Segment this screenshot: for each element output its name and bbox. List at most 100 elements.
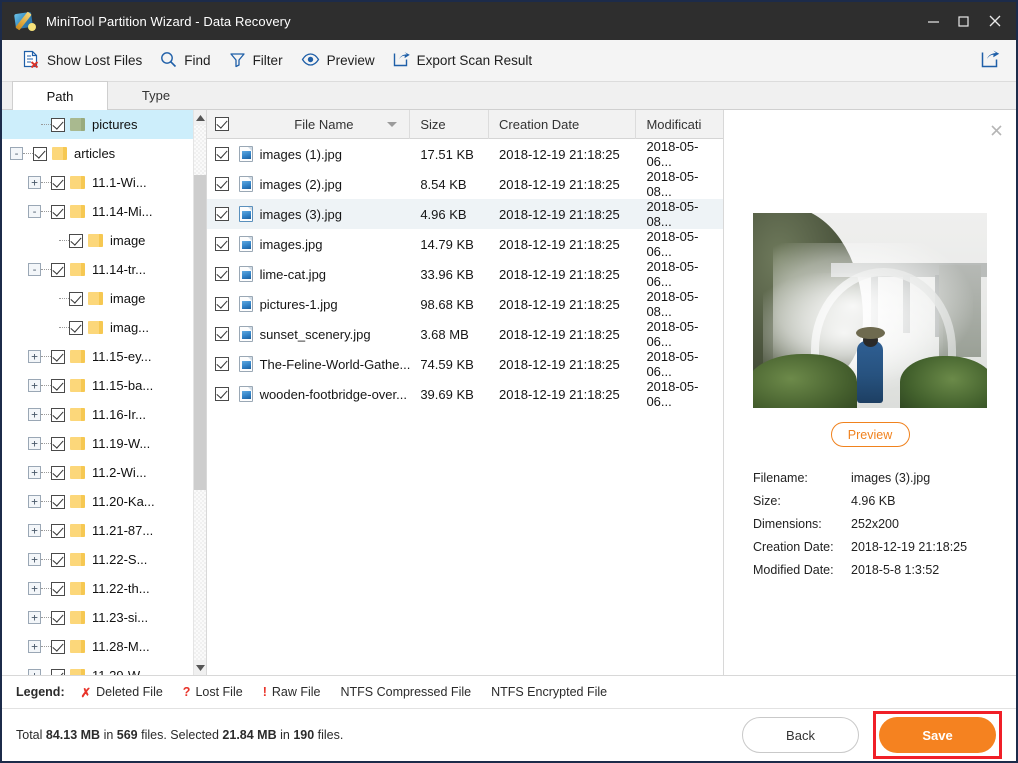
column-header-size[interactable]: Size xyxy=(410,109,490,139)
tree-item-checkbox[interactable] xyxy=(51,668,65,675)
table-row[interactable]: wooden-footbridge-over... 39.69 KB 2018-12… xyxy=(207,379,723,409)
tree-item-11-16-ir[interactable]: +11.16-Ir... xyxy=(2,400,193,429)
row-checkbox-cell[interactable] xyxy=(207,349,239,379)
tree-item-11-2-wi[interactable]: +11.2-Wi... xyxy=(2,458,193,487)
table-row[interactable]: images (1).jpg 17.51 KB 2018-12-19 21:18:2… xyxy=(207,139,723,169)
tree-toggle-expand-icon[interactable]: + xyxy=(28,350,41,363)
tab-type[interactable]: Type xyxy=(108,81,204,109)
tree-item-pictures[interactable]: pictures xyxy=(2,110,193,139)
row-checkbox-cell[interactable] xyxy=(207,169,239,199)
tree-item-11-23-si[interactable]: +11.23-si... xyxy=(2,603,193,632)
folder-tree[interactable]: pictures - articles +11.1-Wi... - 11.14-Mi...… xyxy=(2,110,193,675)
tree-toggle-expand-icon[interactable]: + xyxy=(28,640,41,653)
tree-item-11-29-w[interactable]: +11.29-W... xyxy=(2,661,193,675)
tree-toggle-collapse-icon[interactable]: - xyxy=(10,147,23,160)
row-checkbox[interactable] xyxy=(215,237,229,251)
back-button[interactable]: Back xyxy=(742,717,859,753)
tree-item-11-14-mi[interactable]: - 11.14-Mi... xyxy=(2,197,193,226)
tree-toggle-expand-icon[interactable]: + xyxy=(28,408,41,421)
tree-item-checkbox[interactable] xyxy=(51,494,65,509)
minimize-icon[interactable] xyxy=(918,2,948,40)
tree-item-11-22-s[interactable]: +11.22-S... xyxy=(2,545,193,574)
tree-item-checkbox[interactable] xyxy=(51,523,65,538)
row-checkbox[interactable] xyxy=(215,357,229,371)
sort-descending-icon[interactable] xyxy=(387,121,398,127)
row-checkbox[interactable] xyxy=(215,267,229,281)
tree-item-checkbox[interactable] xyxy=(33,146,47,161)
row-checkbox-cell[interactable] xyxy=(207,199,239,229)
row-checkbox-cell[interactable] xyxy=(207,139,239,169)
row-checkbox[interactable] xyxy=(215,147,229,161)
table-row[interactable]: lime-cat.jpg 33.96 KB 2018-12-19 21:18:25 2… xyxy=(207,259,723,289)
table-row[interactable]: The-Feline-World-Gathe... 74.59 KB 2018-12… xyxy=(207,349,723,379)
tree-toggle-collapse-icon[interactable]: - xyxy=(28,263,41,276)
row-checkbox[interactable] xyxy=(215,387,229,401)
table-row[interactable]: sunset_scenery.jpg 3.68 MB 2018-12-19 21:1… xyxy=(207,319,723,349)
tab-path[interactable]: Path xyxy=(12,81,108,110)
tree-item-image[interactable]: image xyxy=(2,226,193,255)
scroll-down-arrow-icon[interactable] xyxy=(194,660,206,675)
tree-item-checkbox[interactable] xyxy=(51,262,65,277)
close-icon[interactable] xyxy=(986,120,1006,140)
tree-item-checkbox[interactable] xyxy=(51,378,65,393)
tree-item-checkbox[interactable] xyxy=(69,291,83,306)
table-row[interactable]: images (2).jpg 8.54 KB 2018-12-19 21:18:25… xyxy=(207,169,723,199)
maximize-icon[interactable] xyxy=(948,2,978,40)
tree-item-checkbox[interactable] xyxy=(51,407,65,422)
table-row[interactable]: pictures-1.jpg 98.68 KB 2018-12-19 21:18:2… xyxy=(207,289,723,319)
scroll-up-arrow-icon[interactable] xyxy=(194,110,206,125)
select-all-header-cell[interactable] xyxy=(207,110,239,139)
toolbar-preview[interactable]: Preview xyxy=(292,46,384,76)
tree-toggle-expand-icon[interactable]: + xyxy=(28,437,41,450)
row-checkbox[interactable] xyxy=(215,177,229,191)
tree-item-checkbox[interactable] xyxy=(51,204,65,219)
tree-toggle-expand-icon[interactable]: + xyxy=(28,553,41,566)
row-checkbox[interactable] xyxy=(215,207,229,221)
row-checkbox-cell[interactable] xyxy=(207,229,239,259)
tree-toggle-expand-icon[interactable]: + xyxy=(28,379,41,392)
tree-item-11-22-th[interactable]: +11.22-th... xyxy=(2,574,193,603)
tree-toggle-expand-icon[interactable]: + xyxy=(28,524,41,537)
tree-item-checkbox[interactable] xyxy=(51,552,65,567)
row-checkbox[interactable] xyxy=(215,297,229,311)
tree-item-11-21-87[interactable]: +11.21-87... xyxy=(2,516,193,545)
select-all-checkbox[interactable] xyxy=(215,117,229,131)
tree-item-checkbox[interactable] xyxy=(51,639,65,654)
tree-toggle-expand-icon[interactable]: + xyxy=(28,466,41,479)
row-checkbox-cell[interactable] xyxy=(207,379,239,409)
row-checkbox-cell[interactable] xyxy=(207,259,239,289)
tree-toggle-expand-icon[interactable]: + xyxy=(28,495,41,508)
toolbar-filter[interactable]: Filter xyxy=(220,46,292,76)
tree-item-checkbox[interactable] xyxy=(69,320,83,335)
table-row[interactable]: images.jpg 14.79 KB 2018-12-19 21:18:25 201… xyxy=(207,229,723,259)
tree-item-checkbox[interactable] xyxy=(51,349,65,364)
row-checkbox-cell[interactable] xyxy=(207,319,239,349)
tree-item-11-20-ka[interactable]: +11.20-Ka... xyxy=(2,487,193,516)
tree-item-checkbox[interactable] xyxy=(51,581,65,596)
toolbar-export-scan-result[interactable]: Export Scan Result xyxy=(384,46,542,76)
tree-item-checkbox[interactable] xyxy=(51,175,65,190)
tree-toggle-expand-icon[interactable]: + xyxy=(28,611,41,624)
table-row[interactable]: images (3).jpg 4.96 KB 2018-12-19 21:18:25… xyxy=(207,199,723,229)
tree-item-11-19-w[interactable]: +11.19-W... xyxy=(2,429,193,458)
tree-item-11-15-ba[interactable]: +11.15-ba... xyxy=(2,371,193,400)
tree-item-checkbox[interactable] xyxy=(51,465,65,480)
row-checkbox-cell[interactable] xyxy=(207,289,239,319)
tree-scrollbar-thumb[interactable] xyxy=(194,175,206,490)
column-header-modification-date[interactable]: Modificati xyxy=(636,110,723,139)
tree-item-imag[interactable]: imag... xyxy=(2,313,193,342)
tree-item-11-15-ey[interactable]: +11.15-ey... xyxy=(2,342,193,371)
preview-button[interactable]: Preview xyxy=(830,422,910,447)
tree-scrollbar[interactable] xyxy=(193,110,206,675)
toolbar-find[interactable]: Find xyxy=(151,46,219,76)
tree-toggle-expand-icon[interactable]: + xyxy=(28,176,41,189)
save-button[interactable]: Save xyxy=(879,717,996,753)
share-export-icon[interactable] xyxy=(981,49,1000,73)
tree-toggle-collapse-icon[interactable]: - xyxy=(28,205,41,218)
row-checkbox[interactable] xyxy=(215,327,229,341)
tree-item-checkbox[interactable] xyxy=(51,436,65,451)
tree-item-11-14-tr[interactable]: - 11.14-tr... xyxy=(2,255,193,284)
close-icon[interactable] xyxy=(978,2,1012,40)
tree-item-11-28-m[interactable]: +11.28-M... xyxy=(2,632,193,661)
tree-toggle-expand-icon[interactable]: + xyxy=(28,582,41,595)
